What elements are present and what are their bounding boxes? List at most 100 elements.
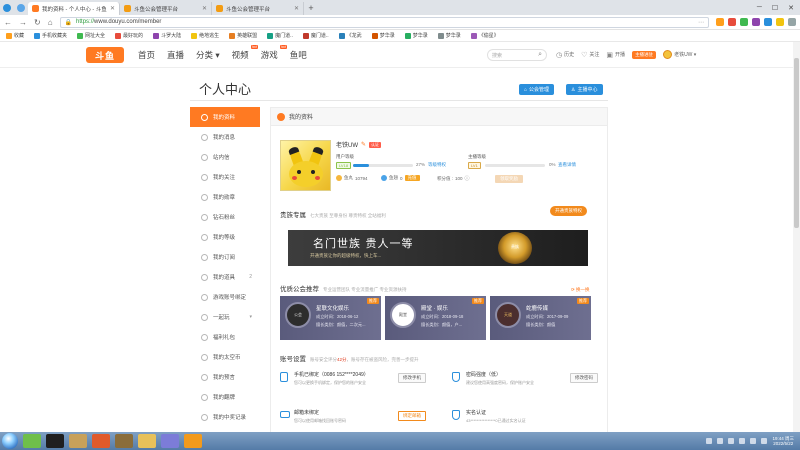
user-menu[interactable]: 老铁UW ▾ [663, 50, 696, 59]
clock[interactable]: 19:44 周三 2022/5/22 [772, 436, 794, 446]
bookmark-item[interactable]: 最好玩的 [115, 32, 143, 39]
nav-fishbar[interactable]: 鱼吧 [290, 49, 307, 61]
history-button[interactable]: ◷ 历史 [556, 51, 574, 59]
level-privilege-link[interactable]: 等级特权 [428, 162, 446, 168]
guild-manage-button[interactable]: ⌂ 公会管理 [519, 84, 555, 95]
bookmark-item[interactable]: 魔门道.. [302, 32, 329, 39]
bookmark-item[interactable]: 魔门道.. [267, 32, 293, 39]
bookmark-item[interactable]: 收藏 [6, 32, 24, 39]
question-icon[interactable]: ⓘ [465, 175, 470, 182]
guild-card[interactable]: 推荐 殿堂 殿堂 · 娱乐 成立时间：2018-09-18 擅长类别：颜值，户.… [385, 296, 486, 340]
close-tab-icon[interactable]: ✕ [294, 5, 299, 12]
bookmark-item[interactable]: 斗罗大陆 [153, 32, 181, 39]
user-avatar[interactable] [280, 140, 331, 191]
nav-live[interactable]: 直播 [167, 49, 184, 61]
browser-logo-icon[interactable] [0, 0, 14, 15]
bookmark-item[interactable]: 梦华录 [404, 32, 428, 39]
bookmark-item[interactable]: 英雄联盟 [229, 32, 257, 39]
bookmark-item[interactable]: 《龙武 [338, 32, 362, 39]
sidebar-item[interactable]: 福利礼包 [190, 327, 260, 347]
sidebar-item[interactable]: 我的资料 [190, 107, 260, 127]
recharge-button[interactable]: 充值 [404, 175, 420, 181]
menu-icon[interactable] [788, 18, 796, 26]
change-password-button[interactable]: 修改密码 [570, 373, 598, 383]
start-button[interactable] [2, 433, 18, 449]
anchor-join-button[interactable]: 主播进驻 [632, 50, 657, 59]
sidebar-item[interactable]: 我的中奖记录 [190, 407, 260, 427]
extension-icon[interactable] [716, 18, 724, 26]
volume-icon[interactable] [761, 438, 768, 444]
nav-game[interactable]: 游戏 hot [261, 45, 287, 61]
bookmark-item[interactable]: 梦华录 [371, 32, 395, 39]
extension-icon[interactable] [740, 18, 748, 26]
start-live-button[interactable]: ▣ 开播 [606, 51, 625, 59]
tray-icon[interactable] [717, 438, 724, 444]
bookmark-item[interactable]: 绝地逃生 [191, 32, 219, 39]
help-task-icon[interactable] [184, 434, 202, 448]
change-phone-button[interactable]: 修改手机 [398, 373, 426, 383]
share-icon[interactable]: ⋯ [698, 19, 704, 26]
sidebar-item[interactable]: 我的道具 2 [190, 267, 260, 287]
close-tab-icon[interactable]: ✕ [202, 5, 207, 12]
sidebar-item[interactable]: 我的预言 [190, 367, 260, 387]
sidebar-item[interactable]: 钻石粉丝 [190, 207, 260, 227]
forward-icon[interactable]: → [19, 15, 27, 30]
scrollbar-thumb[interactable] [794, 58, 799, 228]
extension-icon[interactable] [776, 18, 784, 26]
extension-icon[interactable] [752, 18, 760, 26]
url-input[interactable]: 🔒 https://www.douyu.com/member ⋯ [59, 16, 709, 28]
bookmark-item[interactable]: 网址大全 [77, 32, 105, 39]
browser-tab[interactable]: 斗鱼公会管理平台 ✕ [120, 2, 212, 15]
app-task-icon[interactable] [92, 434, 110, 448]
close-window-icon[interactable]: ✕ [788, 4, 794, 12]
sidebar-item[interactable]: 我的翻牌 [190, 387, 260, 407]
sidebar-item[interactable]: 我的消息 [190, 127, 260, 147]
anchor-details-link[interactable]: 查看详情 [558, 162, 576, 168]
sidebar-item[interactable]: 我的等级 [190, 227, 260, 247]
sidebar-item[interactable]: 一起玩 ▾ [190, 307, 260, 327]
app-task-icon[interactable] [138, 434, 156, 448]
network-icon[interactable] [750, 438, 757, 444]
back-icon[interactable]: ← [4, 15, 12, 30]
tray-icon[interactable] [739, 438, 746, 444]
app-task-icon[interactable] [46, 434, 64, 448]
close-tab-icon[interactable]: ✕ [110, 5, 115, 12]
bookmark-item[interactable]: 《偷星》 [470, 32, 499, 39]
sidebar-item[interactable]: 我的订阅 [190, 247, 260, 267]
anchor-center-button[interactable]: ♙ 主播中心 [566, 84, 603, 95]
open-noble-button[interactable]: 开通贵族特权 [550, 206, 587, 216]
tray-icon[interactable] [728, 438, 735, 444]
browser-tab[interactable]: 我的资料 - 个人中心 - 斗鱼 ✕ [28, 2, 120, 15]
app-task-icon[interactable] [69, 434, 87, 448]
app-task-icon[interactable] [161, 434, 179, 448]
sidebar-item[interactable]: 我的勋章 [190, 187, 260, 207]
app-task-icon[interactable] [115, 434, 133, 448]
page-scrollbar[interactable] [793, 42, 800, 432]
refresh-icon[interactable]: ↻ [34, 15, 41, 30]
site-search-input[interactable]: 搜索 ⌕ [487, 49, 547, 61]
guild-card[interactable]: 推荐 公会 星联文化娱乐 成立时间：2018-06-12 擅长类别：颜值，二次元… [280, 296, 381, 340]
sidebar-item[interactable]: 我的关注 [190, 167, 260, 187]
bookmark-item[interactable]: 手机收藏夹 [34, 32, 67, 39]
follow-button[interactable]: ♡ 关注 [581, 51, 599, 59]
swap-guilds-button[interactable]: ⟳ 换一换 [571, 287, 590, 293]
browser-tab[interactable]: 斗鱼公会管理平台 ✕ [212, 2, 304, 15]
browser-menu-icon[interactable] [14, 0, 28, 15]
bookmark-item[interactable]: 梦华录 [437, 32, 461, 39]
claim-reward-button[interactable]: 领取奖励 [495, 175, 523, 183]
sidebar-item[interactable]: 我的太空币 [190, 347, 260, 367]
maximize-icon[interactable]: ☐ [772, 4, 778, 12]
tray-icon[interactable] [706, 438, 713, 444]
noble-banner[interactable]: 名门世族 贵人一等 开通贵族让你的超级特权，快上车... 贵族 [288, 230, 588, 266]
nav-home[interactable]: 首页 [138, 49, 155, 61]
nav-video[interactable]: 视频 hot [232, 45, 258, 61]
sidebar-item[interactable]: 站内信 [190, 147, 260, 167]
douyu-logo[interactable]: 斗鱼 [86, 47, 124, 63]
edit-icon[interactable]: ✎ [361, 141, 366, 148]
guild-card[interactable]: 推荐 天道 蛇鹿传媒 成立时间：2017-09-09 擅长类别：颜值 [490, 296, 591, 340]
browser-task-icon[interactable] [23, 434, 41, 448]
extension-icon[interactable] [764, 18, 772, 26]
search-icon[interactable]: ⌕ [538, 51, 542, 59]
new-tab-button[interactable]: + [304, 2, 318, 15]
home-icon[interactable]: ⌂ [48, 15, 53, 30]
